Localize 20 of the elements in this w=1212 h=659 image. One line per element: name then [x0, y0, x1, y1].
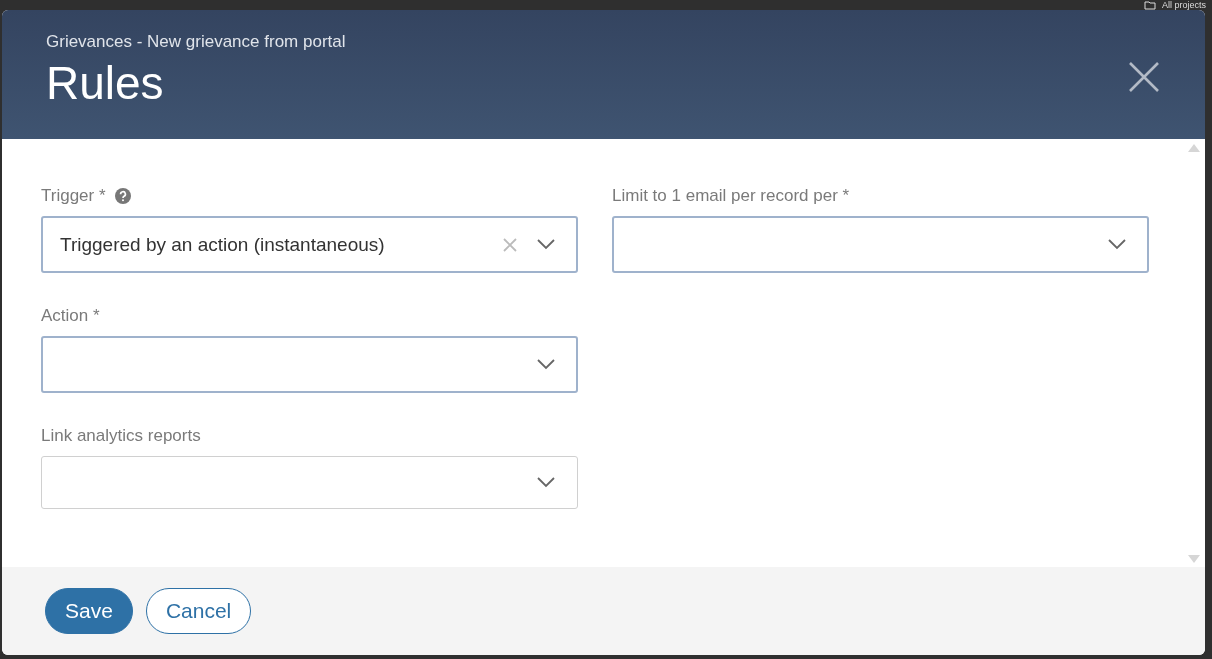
select-field[interactable]: Triggered by an action (instantaneous) [41, 216, 578, 273]
save-button[interactable]: Save [45, 588, 133, 634]
all-projects-link[interactable]: All projects [1162, 0, 1206, 10]
folder-icon [1144, 0, 1156, 10]
chevron-down-icon[interactable] [537, 477, 555, 488]
field-label: Trigger * [41, 186, 106, 206]
select-field[interactable] [612, 216, 1149, 273]
chevron-down-icon[interactable] [1108, 239, 1126, 250]
field-label: Action * [41, 306, 100, 326]
cancel-button[interactable]: Cancel [145, 588, 252, 634]
field-label: Limit to 1 email per record per * [612, 186, 850, 206]
select-field[interactable] [41, 456, 578, 509]
field-label: Link analytics reports [41, 426, 201, 446]
chevron-down-icon[interactable] [537, 239, 555, 250]
help-icon[interactable] [114, 188, 131, 204]
breadcrumb: Grievances - New grievance from portal [46, 32, 346, 52]
close-button[interactable] [1129, 62, 1159, 92]
select-field[interactable] [41, 336, 578, 393]
dialog-title: Rules [46, 56, 165, 110]
chevron-down-icon[interactable] [537, 359, 555, 370]
